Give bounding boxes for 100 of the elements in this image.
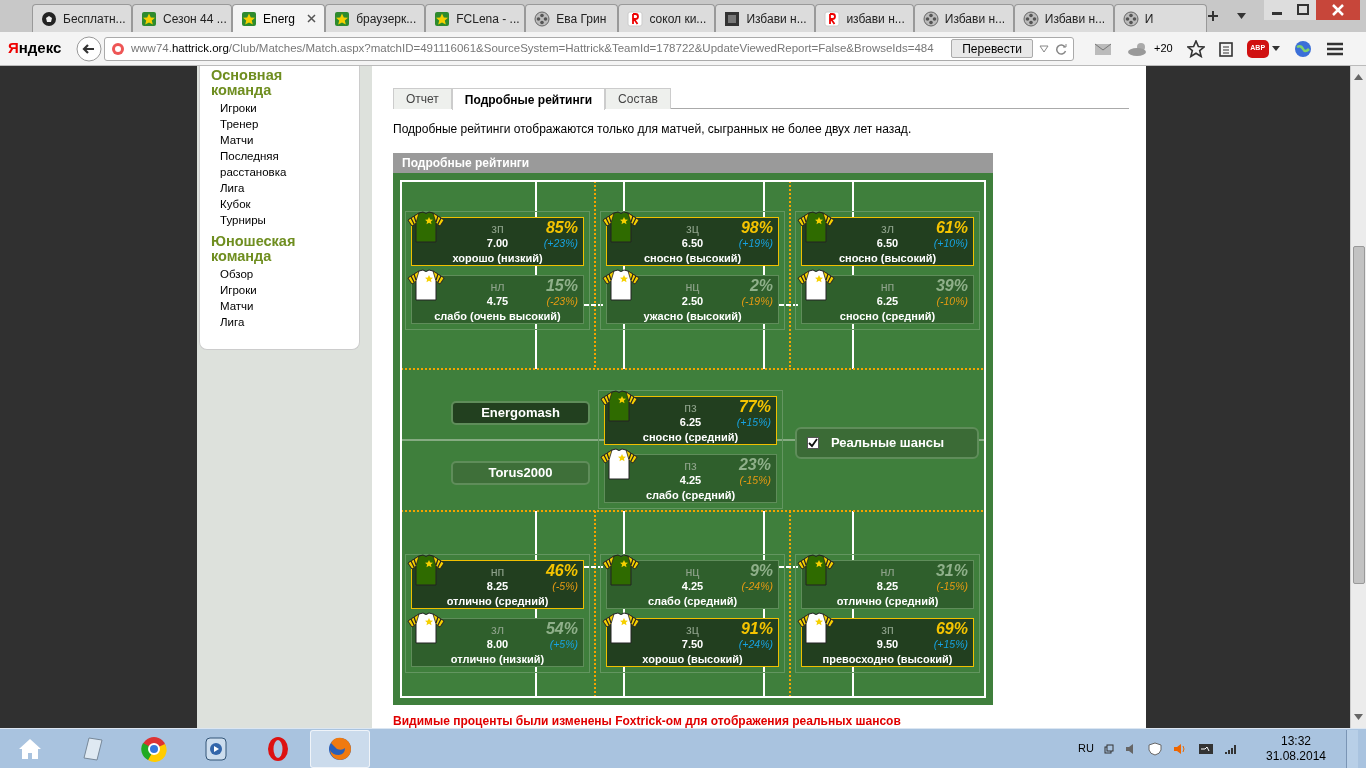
tab-title: Избави н... [944,10,1006,28]
sidebar-link[interactable]: Тренер [220,116,310,132]
position-label: зл [491,623,504,638]
rating-description: отлично (низкий) [449,651,546,666]
sidebar-link[interactable]: Обзор [220,266,310,282]
tab-title: Избави н... [746,10,807,28]
browser-tab[interactable]: Избави н... [715,4,816,32]
sidebar-link[interactable]: Матчи [220,298,310,314]
tab-title: FCLena - ... [456,10,520,28]
sidebar-link[interactable]: Игроки [220,100,310,116]
star-icon [334,10,351,27]
browser-tab[interactable]: Избави н... [913,4,1014,32]
scroll-down-icon[interactable] [1354,714,1363,720]
scroll-up-icon[interactable] [1354,74,1363,80]
team-name: Torus2000 [451,461,590,485]
back-icon[interactable] [76,35,102,62]
rating-value: 6.25 [876,295,899,308]
reload-icon[interactable] [1055,42,1067,55]
mail-icon[interactable] [1094,41,1112,56]
tab-title: браузерк... [356,10,417,28]
sidebar-link[interactable]: Матчи [220,132,310,148]
rating-description: слабо (очень высокий) [433,308,562,323]
percent-change: (-5%) [552,580,578,592]
rating-value: 8.00 [486,638,509,651]
tab-title: Energ [263,10,296,28]
real-chances-toggle[interactable]: Реальные шансы [795,427,979,459]
caret-icon[interactable] [1237,13,1246,19]
menu-icon[interactable] [1325,41,1344,56]
scrollbar[interactable] [1350,66,1366,728]
clock-time[interactable]: 13:32 [1281,733,1311,749]
tab[interactable]: Подробные рейтинги [451,88,606,110]
shield-icon[interactable] [1148,741,1162,756]
browser-tab[interactable]: браузерк... [325,4,426,32]
tab[interactable]: Отчет [393,88,452,109]
tab-title: Бесплатн... [63,10,126,28]
taskbar-app[interactable] [310,729,370,768]
language-indicator[interactable]: RU [1078,740,1094,757]
signal-icon[interactable] [1224,742,1238,755]
position-label: зп [491,222,504,237]
checkbox[interactable] [807,437,819,449]
position-label: пз [684,459,697,474]
sidebar-link[interactable]: Лига [220,314,310,330]
tab-title: И [1144,10,1154,28]
caret-icon[interactable] [1271,46,1280,51]
position-label: пз [684,401,697,416]
browser-tab[interactable]: Сезон 44 ... [132,4,232,32]
star-icon [241,10,257,27]
clock-date[interactable]: 31.08.2014 [1265,748,1327,764]
percent-value: 23% [738,456,771,474]
team-name: Energomash [451,401,590,425]
rating-value: 4.25 [681,580,704,593]
rating-value: 8.25 [486,580,509,593]
address-field[interactable]: www74.hattrick.org/Club/Matches/Match.aspx?matchID=491116061&SourceSystem=Hattrick&TeamId=178722&UpdateViewedReport=False&BrowseIds=484 Перевести [104,36,1074,61]
film-reel-icon [534,10,551,27]
close-icon[interactable] [307,14,317,23]
position-label: нп [880,280,895,295]
rating-description: отлично (средний) [835,593,940,608]
rating-value: 2.50 [681,295,704,308]
minimize-icon[interactable] [1264,0,1290,20]
sidebar-link[interactable]: Последняя расстановка [220,148,310,180]
percent-value: 98% [740,219,773,237]
list-icon[interactable] [1218,40,1233,57]
shield-icon [111,41,125,56]
percent-value: 15% [545,277,578,295]
browser-logo[interactable]: Яндекс [8,37,66,60]
close-icon[interactable] [1316,0,1360,20]
browser-tab[interactable]: сокол ки... [618,4,716,32]
browser-tab[interactable]: И [1113,4,1207,32]
sidebar-link[interactable]: Игроки [220,282,310,298]
foxtrick-note: Видимые проценты были изменены Foxtrick-ом для отображения реальных шансов [393,714,902,728]
restore-icon[interactable] [1290,0,1316,20]
browser-tab[interactable]: избави н... [815,4,914,32]
position-label: нп [490,565,505,580]
rating-value: 6.50 [876,237,899,250]
percent-value: 61% [935,219,968,237]
percent-change: (+15%) [933,638,968,650]
scroll-thumb[interactable] [1352,246,1365,584]
temperature-text: +20 [1154,41,1173,57]
film-reel-icon [922,10,939,27]
browser-tab[interactable]: Ева Грин [525,4,619,32]
percent-change: (+19%) [738,237,773,249]
position-label: нл [880,565,895,580]
tab-title: Ева Грин [556,10,607,28]
browser-tab[interactable]: Бесплатн... [32,4,132,32]
position-label: зл [881,222,894,237]
browser-tab[interactable]: FCLena - ... [425,4,526,32]
browser-tab[interactable]: Избави н... [1013,4,1114,32]
tab[interactable]: Состав [605,88,671,109]
rating-value: 4.25 [679,474,702,487]
sidebar-link[interactable]: Кубок [220,196,310,212]
sidebar-link[interactable]: Лига [220,180,310,196]
new-tab-icon[interactable] [1207,10,1219,22]
percent-value: 91% [740,620,773,638]
globe-icon[interactable] [1293,39,1312,58]
browser-tab[interactable]: Energ [232,4,326,32]
translate-button[interactable]: Перевести [951,39,1033,58]
sidebar-link[interactable]: Турниры [220,212,310,228]
star-icon[interactable] [1186,39,1205,58]
rating-description: хорошо (низкий) [451,250,544,265]
star-icon [141,10,157,27]
